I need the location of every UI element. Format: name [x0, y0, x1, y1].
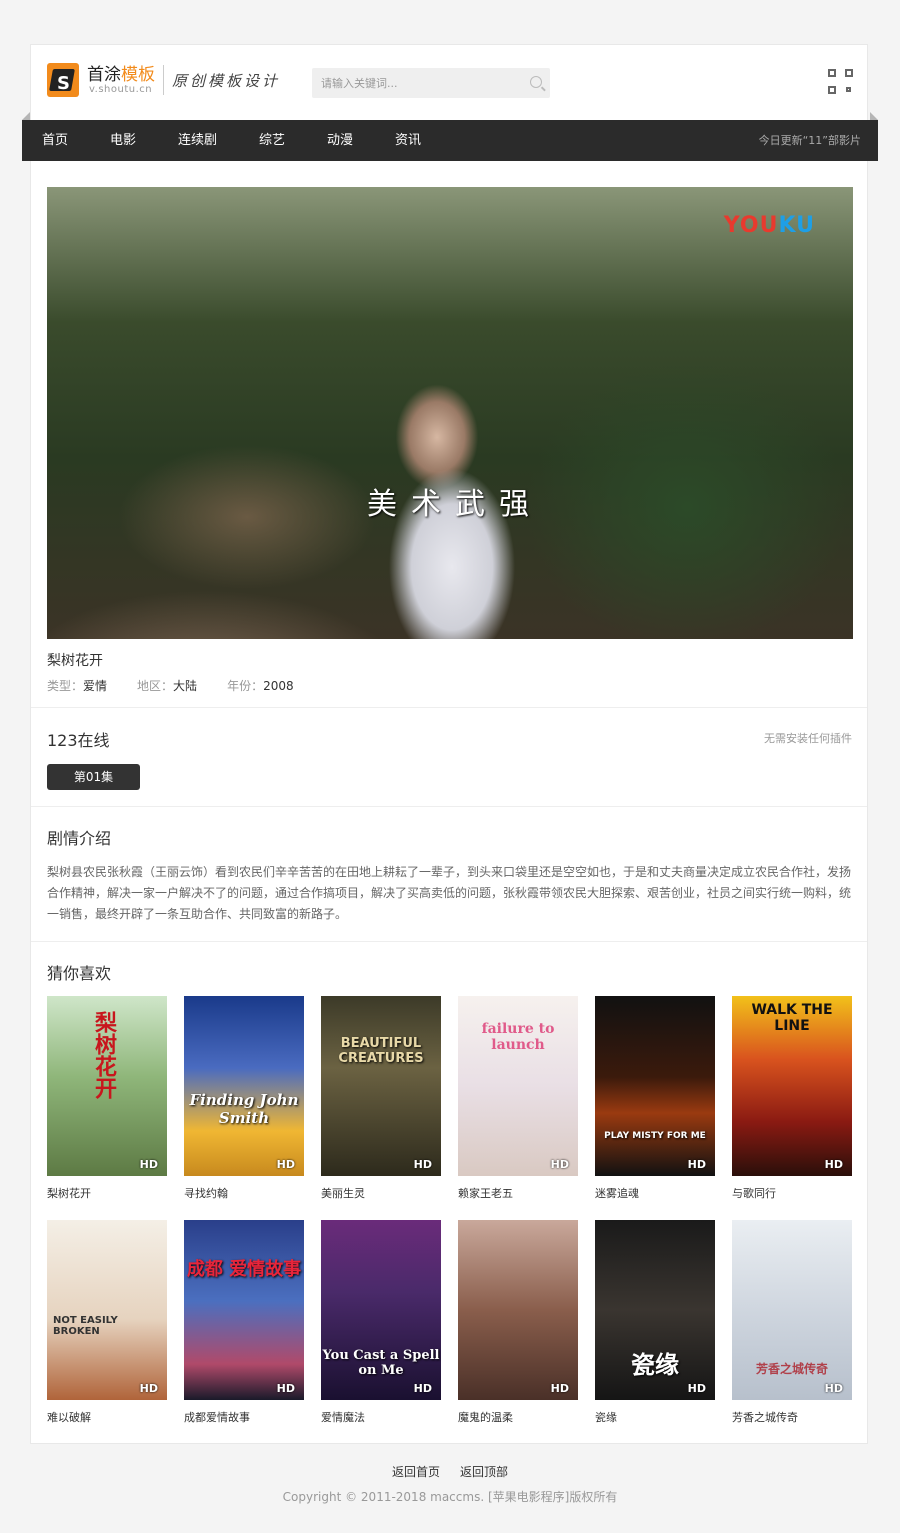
film-region[interactable]: 大陆 — [173, 679, 197, 693]
poster-art-text: 瓷缘 — [631, 1351, 679, 1379]
logo-title: 首涂模板 — [87, 64, 155, 85]
youku-watermark: YOUKU — [723, 213, 815, 238]
movie-card[interactable]: HD 魔鬼的温柔 — [458, 1220, 578, 1425]
poster-art-text: 梨树花开 — [91, 1011, 116, 1099]
hd-badge: HD — [687, 1382, 706, 1395]
hd-badge: HD — [139, 1158, 158, 1171]
movie-title[interactable]: 难以破解 — [47, 1409, 167, 1425]
nav-variety[interactable]: 综艺 — [259, 120, 285, 161]
synopsis-title: 剧情介绍 — [47, 829, 112, 848]
movie-card[interactable]: 梨树花开 HD 梨树花开 — [47, 996, 167, 1201]
movie-poster[interactable]: failure to launch HD — [458, 996, 578, 1176]
divider — [31, 806, 867, 807]
footer-links: 返回首页 返回顶部 — [0, 1463, 900, 1480]
movie-poster[interactable]: 瓷缘 HD — [595, 1220, 715, 1400]
movie-poster[interactable]: NOT EASILY BROKEN HD — [47, 1220, 167, 1400]
movie-card[interactable]: Finding John Smith HD 寻找约翰 — [184, 996, 304, 1201]
movie-card[interactable]: WALK THE LINE HD 与歌同行 — [732, 996, 852, 1201]
hd-badge: HD — [413, 1382, 432, 1395]
movie-poster[interactable]: HD — [458, 1220, 578, 1400]
main-nav: 首页 电影 连续剧 综艺 动漫 资讯 今日更新“11”部影片 — [22, 112, 878, 161]
film-type[interactable]: 爱情 — [83, 679, 107, 693]
nav-news[interactable]: 资讯 — [395, 120, 421, 161]
movie-poster[interactable]: 芳香之城传奇 HD — [732, 1220, 852, 1400]
movie-card[interactable]: 芳香之城传奇 HD 芳香之城传奇 — [732, 1220, 852, 1425]
divider — [31, 941, 867, 942]
nav-anime[interactable]: 动漫 — [327, 120, 353, 161]
poster-art-text: WALK THE LINE — [751, 1002, 833, 1034]
movie-title[interactable]: 成都爱情故事 — [184, 1409, 304, 1425]
search-input[interactable] — [312, 68, 521, 98]
video-frame — [47, 187, 853, 639]
hd-badge: HD — [550, 1158, 569, 1171]
back-home-link[interactable]: 返回首页 — [392, 1465, 440, 1479]
movie-title[interactable]: 与歌同行 — [732, 1185, 852, 1201]
logo-domain: v.shoutu.cn — [89, 83, 153, 95]
nav-series[interactable]: 连续剧 — [178, 120, 217, 161]
movie-poster[interactable]: 梨树花开 HD — [47, 996, 167, 1176]
film-title: 梨树花开 — [47, 653, 103, 669]
plugin-tip: 无需安装任何插件 — [764, 732, 852, 745]
hd-badge: HD — [550, 1382, 569, 1395]
hd-badge: HD — [139, 1382, 158, 1395]
poster-art-text: failure to launch — [481, 1021, 555, 1053]
back-top-link[interactable]: 返回顶部 — [460, 1465, 508, 1479]
synopsis-text: 梨树县农民张秋霞（王丽云饰）看到农民们辛辛苦苦的在田地上耕耘了一辈子，到头来口袋… — [47, 865, 852, 921]
film-year: 2008 — [263, 679, 294, 693]
hd-badge: HD — [824, 1382, 843, 1395]
movie-card[interactable]: 成都 爱情故事 HD 成都爱情故事 — [184, 1220, 304, 1425]
episode-button[interactable]: 第01集 — [47, 764, 140, 790]
logo-divider — [163, 65, 164, 95]
movie-poster[interactable]: BEAUTIFUL CREATURES HD — [321, 996, 441, 1176]
movie-title[interactable]: 赖家王老五 — [458, 1185, 578, 1201]
movie-card[interactable]: NOT EASILY BROKEN HD 难以破解 — [47, 1220, 167, 1425]
movie-poster[interactable]: You Cast a Spell on Me HD — [321, 1220, 441, 1400]
hd-badge: HD — [276, 1382, 295, 1395]
copyright: Copyright © 2011-2018 maccms. [苹果电影程序]版权… — [282, 1490, 618, 1504]
video-player[interactable]: YOUKU 美术武强 — [47, 187, 853, 639]
slogan: 原创模板设计 — [172, 71, 281, 90]
movie-poster[interactable]: Finding John Smith HD — [184, 996, 304, 1176]
site-logo[interactable]: S 首涂模板 v.shoutu.cn 原创模板设计 — [47, 63, 280, 97]
hd-badge: HD — [687, 1158, 706, 1171]
movie-card[interactable]: 瓷缘 HD 瓷缘 — [595, 1220, 715, 1425]
film-meta: 类型：爱情 地区：大陆 年份：2008 — [47, 679, 294, 693]
qr-code-icon[interactable] — [828, 69, 853, 94]
movie-poster[interactable]: 成都 爱情故事 HD — [184, 1220, 304, 1400]
poster-art-text: Finding John Smith — [189, 1091, 299, 1127]
divider — [31, 707, 867, 708]
movie-card[interactable]: You Cast a Spell on Me HD 爱情魔法 — [321, 1220, 441, 1425]
logo-icon: S — [47, 63, 79, 97]
movie-title[interactable]: 寻找约翰 — [184, 1185, 304, 1201]
poster-art-text: PLAY MISTY FOR ME — [604, 1131, 706, 1141]
movie-title[interactable]: 魔鬼的温柔 — [458, 1409, 578, 1425]
poster-art-text: You Cast a Spell on Me — [322, 1348, 440, 1378]
recommend-title: 猜你喜欢 — [47, 964, 112, 983]
movie-title[interactable]: 芳香之城传奇 — [732, 1409, 852, 1425]
movie-title[interactable]: 迷雾追魂 — [595, 1185, 715, 1201]
movie-poster[interactable]: PLAY MISTY FOR ME HD — [595, 996, 715, 1176]
movie-poster[interactable]: WALK THE LINE HD — [732, 996, 852, 1176]
movie-card[interactable]: failure to launch HD 赖家王老五 — [458, 996, 578, 1201]
source-title: 123在线 — [47, 731, 110, 750]
movie-title[interactable]: 美丽生灵 — [321, 1185, 441, 1201]
movie-card[interactable]: BEAUTIFUL CREATURES HD 美丽生灵 — [321, 996, 441, 1201]
poster-art-text: NOT EASILY BROKEN — [53, 1315, 118, 1337]
hd-badge: HD — [276, 1158, 295, 1171]
poster-art-text: 成都 爱情故事 — [186, 1259, 302, 1280]
hd-badge: HD — [824, 1158, 843, 1171]
poster-art-text: BEAUTIFUL CREATURES — [338, 1036, 424, 1066]
poster-art-text: 芳香之城传奇 — [755, 1362, 828, 1376]
movie-title[interactable]: 梨树花开 — [47, 1185, 167, 1201]
search-box — [312, 68, 550, 98]
hd-badge: HD — [413, 1158, 432, 1171]
movie-title[interactable]: 爱情魔法 — [321, 1409, 441, 1425]
movie-title[interactable]: 瓷缘 — [595, 1409, 715, 1425]
nav-movie[interactable]: 电影 — [110, 120, 136, 161]
search-icon[interactable] — [530, 76, 542, 88]
video-subtitle: 美术武强 — [367, 487, 543, 522]
movie-card[interactable]: PLAY MISTY FOR ME HD 迷雾追魂 — [595, 996, 715, 1201]
nav-home[interactable]: 首页 — [42, 120, 68, 161]
update-count: 今日更新“11”部影片 — [758, 134, 861, 147]
